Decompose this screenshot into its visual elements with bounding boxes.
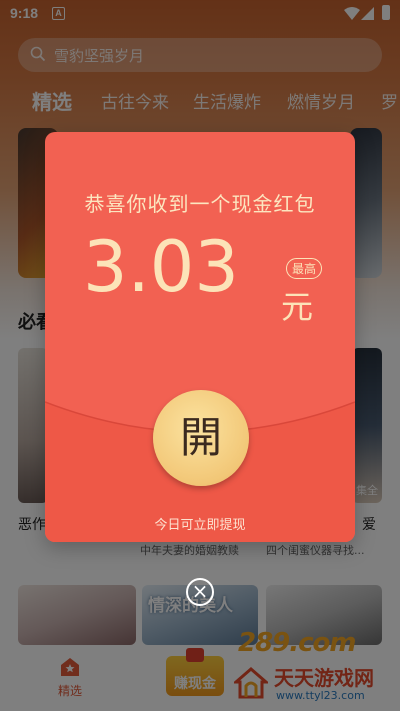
- red-packet-badge: 最高: [286, 258, 323, 279]
- red-packet-hint: 今日可立即提现: [154, 518, 246, 533]
- red-packet-amount: 3.03: [83, 226, 239, 308]
- close-button[interactable]: ×: [186, 578, 214, 606]
- red-packet-unit: 元: [281, 288, 314, 326]
- red-packet-title: 恭喜你收到一个现金红包: [84, 192, 316, 216]
- open-red-packet-button[interactable]: 開: [153, 390, 249, 486]
- red-packet-dialog: 恭喜你收到一个现金红包 3.03 最高 元 開 今日可立即提现: [45, 132, 355, 542]
